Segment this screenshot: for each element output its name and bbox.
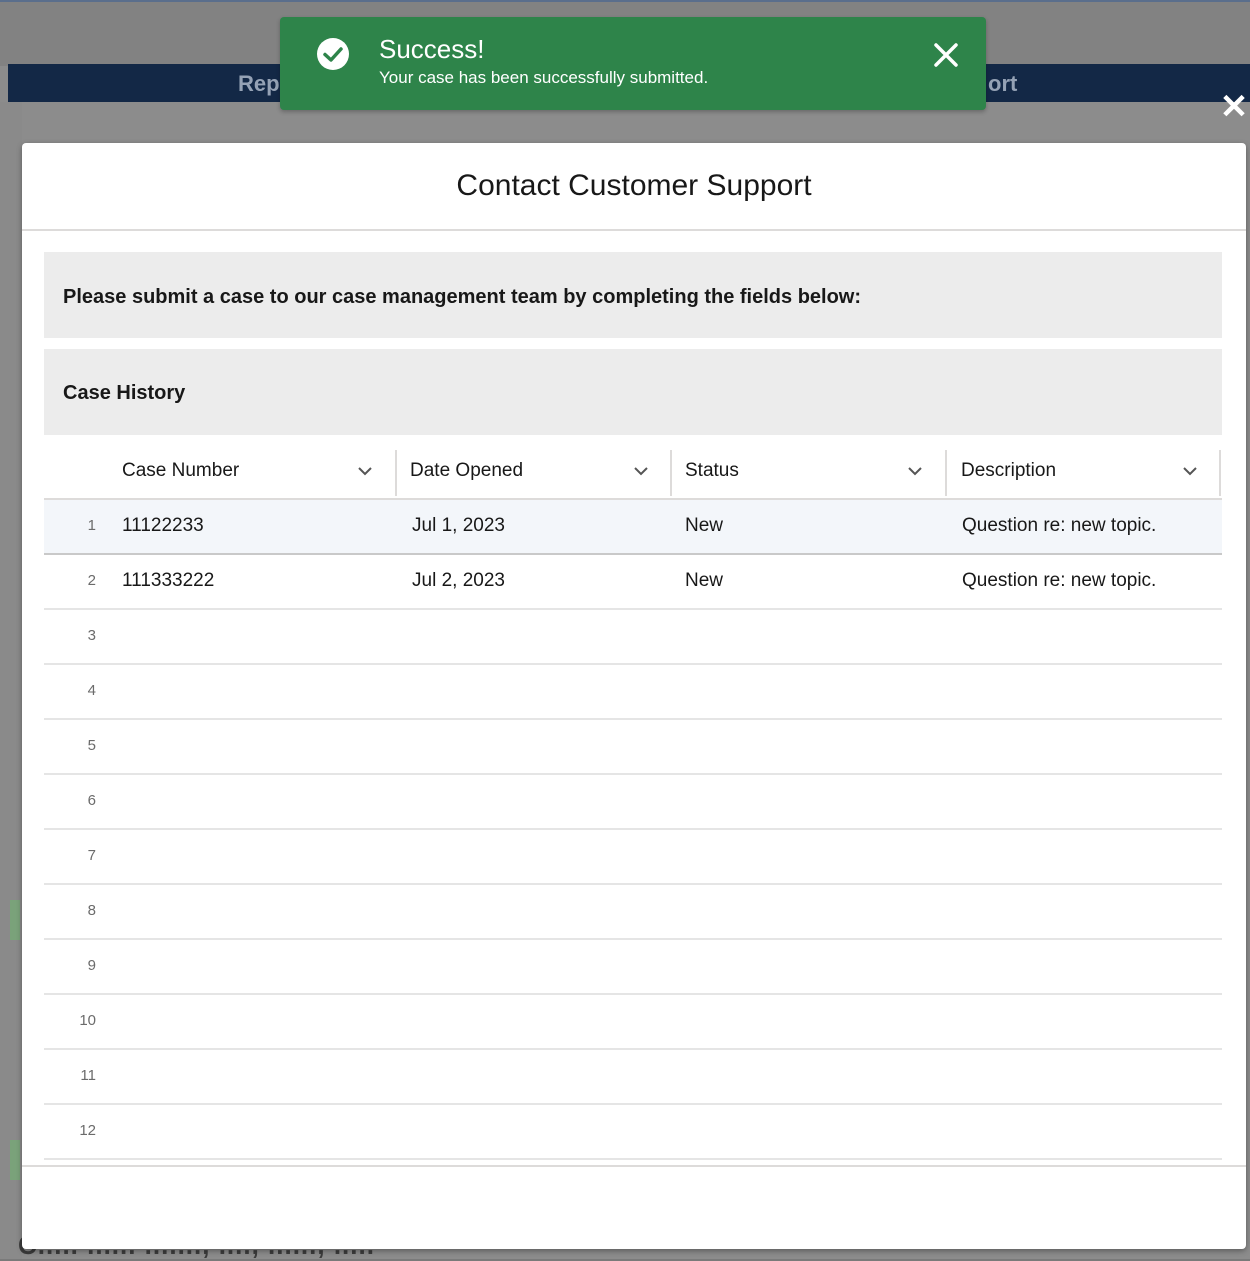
table-row[interactable]: 5 <box>44 720 1222 775</box>
chevron-down-icon[interactable] <box>1181 462 1199 480</box>
row-number: 7 <box>87 847 96 864</box>
row-number: 6 <box>87 792 96 809</box>
close-icon[interactable] <box>930 39 962 71</box>
status-cell: New <box>685 515 724 536</box>
table-row[interactable]: 12 <box>44 1105 1222 1160</box>
case-number-cell: 111333222 <box>122 570 215 591</box>
success-toast: Success! Your case has been successfully… <box>280 17 986 110</box>
case-history-header: Case History <box>44 349 1222 435</box>
table-row[interactable]: 8 <box>44 885 1222 940</box>
modal-close-icon[interactable]: ✕ <box>1219 90 1249 124</box>
background-nav-text-left: Rep <box>238 71 280 96</box>
table-row[interactable]: 9 <box>44 940 1222 995</box>
column-header-case-number[interactable]: Case Number <box>116 446 386 498</box>
chevron-down-icon[interactable] <box>632 462 650 480</box>
chevron-down-icon[interactable] <box>356 462 374 480</box>
column-header-status[interactable]: Status <box>679 446 939 498</box>
table-row[interactable]: 1 11122233 Jul 1, 2023 New Question re: … <box>44 500 1222 555</box>
row-number: 11 <box>80 1067 96 1084</box>
row-number: 8 <box>87 902 96 919</box>
column-label: Description <box>961 460 1057 481</box>
table-row[interactable]: 2 111333222 Jul 2, 2023 New Question re:… <box>44 555 1222 610</box>
row-number: 3 <box>87 627 96 644</box>
date-opened-cell: Jul 1, 2023 <box>412 515 505 536</box>
row-number: 12 <box>79 1122 96 1139</box>
description-cell: Question re: new topic. <box>962 570 1157 591</box>
contact-support-modal: Contact Customer Support Please submit a… <box>22 143 1246 1249</box>
description-cell: Question re: new topic. <box>962 515 1157 536</box>
chevron-down-icon[interactable] <box>906 462 924 480</box>
toast-title: Success! <box>379 34 485 64</box>
column-label: Case Number <box>122 460 240 481</box>
success-check-icon <box>317 38 349 70</box>
modal-title: Contact Customer Support <box>456 169 812 202</box>
background-green-marker <box>10 1140 20 1180</box>
column-divider[interactable] <box>670 450 672 496</box>
row-number: 2 <box>87 572 96 589</box>
row-number: 9 <box>87 957 96 974</box>
case-number-cell: 11122233 <box>122 515 204 536</box>
column-header-description[interactable]: Description <box>955 446 1217 498</box>
table-row[interactable]: 6 <box>44 775 1222 830</box>
case-history-table: Case Number Date Opened Status Descripti… <box>44 446 1222 1160</box>
table-row[interactable]: 10 <box>44 995 1222 1050</box>
background-green-marker <box>10 900 20 940</box>
row-number: 1 <box>87 517 96 534</box>
column-divider[interactable] <box>395 450 397 496</box>
status-cell: New <box>685 570 724 591</box>
column-label: Status <box>685 460 739 481</box>
instruction-text: Please submit a case to our case managem… <box>63 286 862 308</box>
toast-message: Your case has been successfully submitte… <box>379 68 709 87</box>
background-nav-text-right: ort <box>988 71 1018 96</box>
case-history-title: Case History <box>63 382 186 404</box>
date-opened-cell: Jul 2, 2023 <box>412 570 505 591</box>
column-divider[interactable] <box>1219 450 1221 496</box>
modal-header: Contact Customer Support <box>22 143 1246 231</box>
table-header: Case Number Date Opened Status Descripti… <box>44 446 1222 500</box>
column-header-date-opened[interactable]: Date Opened <box>404 446 664 498</box>
table-body: 1 11122233 Jul 1, 2023 New Question re: … <box>44 500 1222 1160</box>
row-number: 5 <box>87 737 96 754</box>
table-row[interactable]: 11 <box>44 1050 1222 1105</box>
column-label: Date Opened <box>410 460 524 481</box>
table-row[interactable]: 3 <box>44 610 1222 665</box>
modal-footer-divider <box>22 1165 1246 1167</box>
row-number: 4 <box>87 682 96 699</box>
instruction-panel: Please submit a case to our case managem… <box>44 252 1222 338</box>
table-row[interactable]: 7 <box>44 830 1222 885</box>
background-left-edge <box>0 102 22 1259</box>
row-number: 10 <box>79 1012 96 1029</box>
column-divider[interactable] <box>945 450 947 496</box>
table-row[interactable]: 4 <box>44 665 1222 720</box>
